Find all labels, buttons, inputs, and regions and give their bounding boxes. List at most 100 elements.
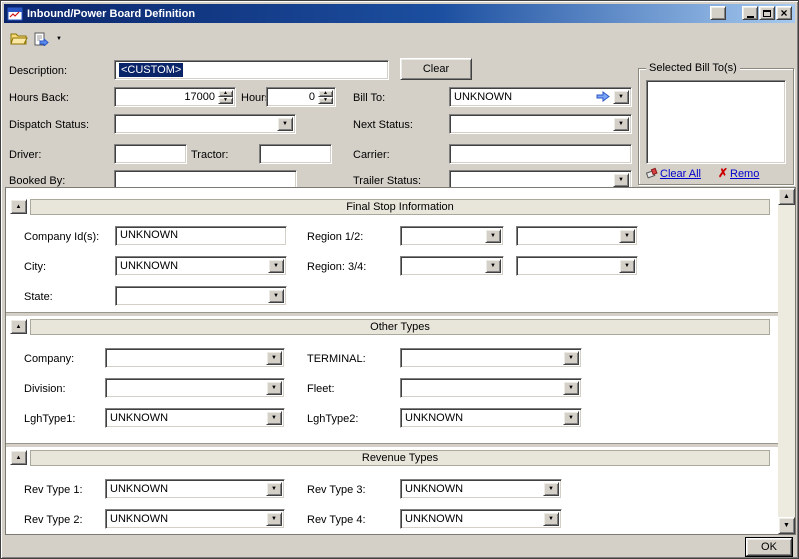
rev-type-2-combobox[interactable]: UNKNOWN ▼ [105, 509, 285, 529]
rev-type-1-label: Rev Type 1: [24, 483, 83, 497]
division-label: Division: [24, 382, 66, 396]
hours-back-spin-down-button[interactable]: ▼ [218, 97, 233, 104]
dispatch-status-dropdown-button[interactable]: ▼ [277, 117, 293, 131]
chevron-up-icon: ▲ [16, 324, 22, 330]
fleet-combobox[interactable]: ▼ [400, 378, 582, 398]
region-2-combobox[interactable]: ▼ [516, 226, 638, 246]
city-combobox[interactable]: UNKNOWN ▼ [115, 256, 287, 276]
import-button[interactable] [30, 28, 53, 50]
spin-down-icon: ▼ [323, 98, 328, 103]
company-combobox[interactable]: ▼ [105, 348, 285, 368]
spin-up-icon: ▲ [323, 91, 328, 96]
chevron-up-icon: ▲ [16, 204, 22, 210]
state-label: State: [24, 290, 53, 304]
toolbar-overflow-button[interactable]: ▼ [53, 31, 65, 47]
hours-back-spin-up-button[interactable]: ▲ [218, 90, 233, 97]
chevron-down-icon: ▼ [618, 177, 624, 183]
description-input[interactable]: <CUSTOM> [114, 60, 389, 80]
rev-type-3-dropdown-button[interactable]: ▼ [543, 482, 559, 496]
clear-button[interactable]: Clear [400, 58, 472, 80]
collapse-other-types-button[interactable]: ▲ [10, 319, 27, 334]
next-status-dropdown-button[interactable]: ▼ [613, 117, 629, 131]
window-extra-button[interactable] [710, 6, 726, 20]
region-4-dropdown-button[interactable]: ▼ [619, 259, 635, 273]
vertical-scrollbar[interactable]: ▲ ▼ [778, 188, 795, 534]
division-combobox[interactable]: ▼ [105, 378, 285, 398]
region-3-dropdown-button[interactable]: ▼ [485, 259, 501, 273]
scroll-down-button[interactable]: ▼ [778, 517, 795, 534]
rev-type-4-combobox[interactable]: UNKNOWN ▼ [400, 509, 562, 529]
state-combobox[interactable]: ▼ [115, 286, 287, 306]
hours-out-input[interactable]: 0 ▲ ▼ [266, 87, 336, 107]
rev-type-2-value: UNKNOWN [110, 513, 168, 525]
tractor-label: Tractor: [191, 148, 229, 162]
clear-button-label: Clear [423, 63, 449, 75]
carrier-label: Carrier: [353, 148, 390, 162]
company-ids-input[interactable]: UNKNOWN [115, 226, 287, 246]
state-dropdown-button[interactable]: ▼ [268, 289, 284, 303]
collapse-final-stop-button[interactable]: ▲ [10, 199, 27, 214]
rev-type-1-combobox[interactable]: UNKNOWN ▼ [105, 479, 285, 499]
chevron-down-icon: ▼ [568, 415, 574, 421]
rev-type-2-dropdown-button[interactable]: ▼ [266, 512, 282, 526]
company-dropdown-button[interactable]: ▼ [266, 351, 282, 365]
chevron-down-icon: ▼ [624, 263, 630, 269]
region-1-combobox[interactable]: ▼ [400, 226, 504, 246]
open-button[interactable] [7, 28, 30, 50]
lghtype1-dropdown-button[interactable]: ▼ [266, 411, 282, 425]
maximize-button[interactable] [759, 6, 775, 20]
rev-type-3-combobox[interactable]: UNKNOWN ▼ [400, 479, 562, 499]
lghtype2-combobox[interactable]: UNKNOWN ▼ [400, 408, 582, 428]
chevron-down-icon: ▼ [271, 516, 277, 522]
driver-input[interactable] [114, 144, 187, 164]
region-4-combobox[interactable]: ▼ [516, 256, 638, 276]
region-2-dropdown-button[interactable]: ▼ [619, 229, 635, 243]
close-button[interactable]: × [776, 6, 792, 20]
remove-link[interactable]: Remo [730, 168, 759, 180]
section-header-revenue-types: Revenue Types [30, 450, 770, 466]
selected-bill-tos-listbox[interactable] [646, 80, 786, 164]
hours-out-spin-up-button[interactable]: ▲ [318, 90, 333, 97]
terminal-dropdown-button[interactable]: ▼ [563, 351, 579, 365]
region-1-dropdown-button[interactable]: ▼ [485, 229, 501, 243]
section-header-other-types: Other Types [30, 319, 770, 335]
carrier-input[interactable] [449, 144, 632, 164]
minimize-button[interactable] [742, 6, 758, 20]
scroll-up-button[interactable]: ▲ [778, 188, 795, 205]
close-icon: × [780, 7, 787, 19]
region-3-combobox[interactable]: ▼ [400, 256, 504, 276]
chevron-down-icon: ▼ [548, 516, 554, 522]
spin-up-icon: ▲ [223, 91, 228, 96]
clear-all-link[interactable]: Clear All [660, 168, 701, 180]
division-dropdown-button[interactable]: ▼ [266, 381, 282, 395]
rev-type-4-dropdown-button[interactable]: ▼ [543, 512, 559, 526]
chevron-down-icon: ▼ [548, 486, 554, 492]
region-12-label: Region 1/2: [307, 230, 363, 244]
ok-button-label: OK [761, 541, 777, 553]
city-dropdown-button[interactable]: ▼ [268, 259, 284, 273]
rev-type-1-dropdown-button[interactable]: ▼ [266, 482, 282, 496]
bill-to-value: UNKNOWN [454, 91, 512, 103]
fleet-dropdown-button[interactable]: ▼ [563, 381, 579, 395]
title-bar[interactable]: Inbound/Power Board Definition [4, 4, 795, 23]
hours-out-spin-down-button[interactable]: ▼ [318, 97, 333, 104]
dispatch-status-label: Dispatch Status: [9, 118, 89, 132]
rev-type-4-value: UNKNOWN [405, 513, 463, 525]
hours-back-input[interactable]: 17000 ▲ ▼ [114, 87, 236, 107]
chevron-down-icon: ▼ [618, 94, 624, 100]
dispatch-status-combobox[interactable]: ▼ [114, 114, 296, 134]
collapse-revenue-types-button[interactable]: ▲ [10, 450, 27, 465]
lghtype2-dropdown-button[interactable]: ▼ [563, 411, 579, 425]
ok-button[interactable]: OK [746, 538, 792, 556]
company-ids-value: UNKNOWN [120, 229, 178, 241]
trailer-status-dropdown-button[interactable]: ▼ [613, 173, 629, 187]
spin-down-icon: ▼ [223, 98, 228, 103]
lghtype1-combobox[interactable]: UNKNOWN ▼ [105, 408, 285, 428]
terminal-combobox[interactable]: ▼ [400, 348, 582, 368]
tractor-input[interactable] [259, 144, 332, 164]
section-title: Other Types [370, 321, 430, 333]
next-status-combobox[interactable]: ▼ [449, 114, 632, 134]
bill-to-combobox[interactable]: UNKNOWN ▼ [449, 87, 632, 107]
bill-to-dropdown-button[interactable]: ▼ [613, 90, 629, 104]
bill-to-arrow-icon[interactable] [596, 91, 610, 102]
